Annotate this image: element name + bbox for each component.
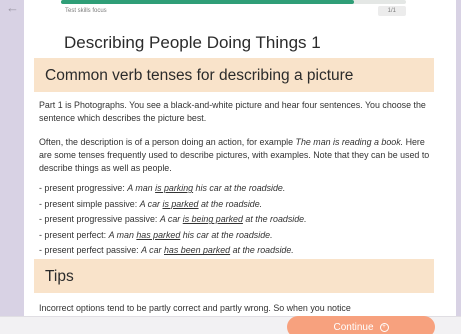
progress-fill [61,0,355,4]
example-verb: is parked [162,198,199,209]
example-label: - present perfect: [39,229,109,240]
tense-examples-list: - present progressive: A man is parking … [39,181,439,259]
section-heading-text: Tips [45,268,74,285]
progress-count-badge: 1/1 [377,6,406,16]
progress-header: Test skills focus 1/1 [61,0,406,24]
example-post: at the roadside. [230,245,294,256]
example-post: his car at the roadside. [193,183,286,193]
example-post: at the roadside. [198,198,263,209]
example-verb: is parking [155,183,194,193]
plus-circle-icon: + [379,322,389,332]
section-heading-text: Common verb tenses for describing a pict… [45,67,354,84]
example-label: - present perfect passive: [39,245,142,256]
example-post: at the roadside. [242,214,307,225]
example-pre: A man [108,229,137,240]
continue-button[interactable]: Continue + [287,316,435,334]
progress-track [61,0,406,4]
back-arrow-icon[interactable]: ← [6,1,20,15]
section-heading-tips: Tips [34,259,434,293]
example-label: - present progressive: [39,183,128,193]
example-verb: has parked [136,229,181,240]
example-verb: has been parked [163,245,231,256]
section-heading-verb-tenses: Common verb tenses for describing a pict… [34,58,434,92]
para2-before: Often, the description is of a person do… [39,137,296,147]
example-label: - present simple passive: [39,198,140,209]
example-pre: A car [139,198,163,209]
progress-label: Test skills focus [65,8,107,14]
continue-label: Continue [333,321,374,333]
example-post: his car at the roadside. [180,229,273,240]
list-item: - present progressive: A man is parking … [39,181,439,197]
lesson-card: Test skills focus 1/1 Describing People … [24,0,456,334]
paragraph-description: Often, the description is of a person do… [39,136,439,175]
example-verb: is being parked [182,214,243,225]
list-item: - present progressive passive: A car is … [39,212,439,228]
page-title: Describing People Doing Things 1 [64,33,321,52]
example-pre: A car [159,214,183,225]
example-pre: A man [127,183,156,193]
list-item: - present perfect: A man has parked his … [39,228,439,244]
example-label: - present progressive passive: [39,214,160,225]
paragraph-tips: Incorrect options tend to be partly corr… [39,303,351,313]
list-item: - present simple passive: A car is parke… [39,197,439,213]
example-pre: A car [141,245,164,256]
paragraph-intro: Part 1 is Photographs. You see a black-a… [39,100,426,123]
para2-example: The man is reading a book. [295,137,404,147]
list-item: - present perfect passive: A car has bee… [39,243,439,259]
